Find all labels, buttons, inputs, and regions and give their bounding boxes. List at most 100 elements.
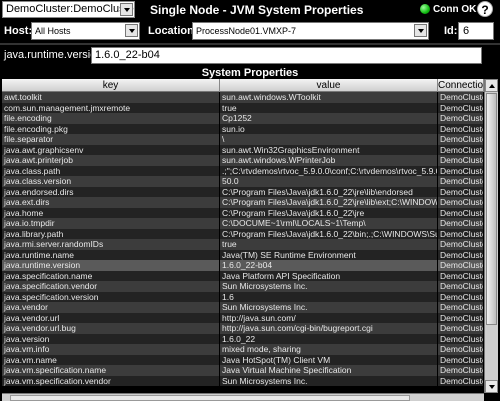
table-row[interactable]: java.class.version50.0DemoCluster: [2, 176, 484, 187]
id-field[interactable]: 6: [458, 22, 494, 40]
table-row[interactable]: file.encodingCp1252DemoCluster: [2, 113, 484, 124]
table-row[interactable]: java.endorsed.dirs C:\Program Files\Java\…: [2, 186, 484, 197]
column-header-value[interactable]: value: [220, 79, 438, 92]
cell-connection: DemoCluster: [440, 365, 484, 376]
table-row[interactable]: file.encoding.pkgsun.ioDemoCluster: [2, 123, 484, 134]
cell-key: java.vm.specification.vendor: [2, 375, 220, 386]
cell-connection: DemoCluster: [440, 344, 484, 355]
cell-key: java.library.path: [2, 228, 220, 239]
table-row[interactable]: java.awt.graphicsenv sun.awt.Win32Graphic…: [2, 144, 484, 155]
column-header-key[interactable]: key: [2, 79, 220, 92]
cell-value: true: [220, 239, 438, 250]
connection-status-icon: [420, 4, 430, 14]
table-row[interactable]: java.vendor Sun Microsystems Inc. DemoClus…: [2, 302, 484, 313]
host-select[interactable]: All Hosts: [31, 22, 140, 40]
filter-bar: Host: All Hosts Location: ProcessNode01.…: [0, 19, 500, 43]
chevron-down-icon[interactable]: [125, 24, 138, 37]
table-row[interactable]: java.runtime.version 1.6.0_22-b04 DemoClus…: [2, 260, 484, 271]
cell-key: file.encoding.pkg: [2, 123, 220, 134]
table-header: key value Connection: [2, 79, 484, 92]
cell-key: java.specification.name: [2, 270, 220, 281]
cell-connection: DemoCluster: [440, 333, 484, 344]
cell-key: com.sun.management.jmxremote: [2, 102, 220, 113]
table-row[interactable]: com.sun.management.jmxremote true DemoClus…: [2, 102, 484, 113]
cell-connection: DemoCluster: [440, 260, 484, 271]
cluster-select-value: DemoCluster:DemoCluster: [6, 3, 135, 15]
table-row[interactable]: java.rmi.server.randomIDstrueDemoCluster: [2, 239, 484, 250]
table-row[interactable]: file.separator\DemoCluster: [2, 134, 484, 145]
cell-connection: DemoCluster: [440, 197, 484, 208]
cell-connection: DemoCluster: [440, 239, 484, 250]
cell-key: java.specification.vendor: [2, 281, 220, 292]
table-row[interactable]: java.vm.specification.name Java Virtual M…: [2, 365, 484, 376]
cell-connection: DemoCluster: [440, 186, 484, 197]
cell-connection: DemoCluster: [440, 270, 484, 281]
cell-connection: DemoCluster: [440, 134, 484, 145]
cell-value: C:\Program Files\Java\jdk1.6.0_22\jre: [220, 207, 438, 218]
cell-key: file.separator: [2, 134, 220, 145]
cell-key: java.awt.graphicsenv: [2, 144, 220, 155]
column-header-connection[interactable]: Connection: [438, 79, 484, 92]
cell-value: C:\Program Files\Java\jdk1.6.0_22\bin;.;…: [222, 228, 438, 239]
horizontal-scrollbar[interactable]: [2, 393, 484, 401]
cell-key: awt.toolkit: [2, 92, 220, 103]
cell-connection: DemoCluster: [440, 375, 484, 386]
cell-value: Sun Microsystems Inc.: [220, 302, 438, 313]
table-row[interactable]: java.vm.info mixed mode, sharing DemoClust…: [2, 344, 484, 355]
cell-key: java.vm.info: [2, 344, 220, 355]
table-row[interactable]: java.specification.vendor Sun Microsystem…: [2, 281, 484, 292]
cell-value: sun.awt.Win32GraphicsEnvironment: [220, 144, 438, 155]
table-row[interactable]: java.library.path C:\Program Files\Java\j…: [2, 228, 484, 239]
table-row[interactable]: java.awt.printerjob sun.awt.windows.WPrin…: [2, 155, 484, 166]
connection-status-label: Conn OK: [433, 4, 477, 15]
cluster-select[interactable]: DemoCluster:DemoCluster: [2, 1, 135, 18]
cell-value: \: [220, 134, 438, 145]
location-label: Location:: [148, 25, 198, 37]
chevron-down-icon[interactable]: [120, 3, 133, 16]
cell-connection: DemoCluster: [440, 144, 484, 155]
cell-key: java.awt.printerjob: [2, 155, 220, 166]
table-row[interactable]: java.home C:\Program Files\Java\jdk1.6.0_…: [2, 207, 484, 218]
vertical-scrollbar[interactable]: [484, 79, 498, 393]
cell-value: 1.6.0_22-b04: [220, 260, 438, 271]
cell-key: java.runtime.name: [2, 249, 220, 260]
table-row[interactable]: java.runtime.name Java(TM) SE Runtime Env…: [2, 249, 484, 260]
cell-key: java.version: [2, 333, 220, 344]
scrollbar-thumb[interactable]: [486, 93, 497, 325]
host-select-value: All Hosts: [35, 26, 71, 36]
table-row[interactable]: java.vm.specification.vendor Sun Microsys…: [2, 375, 484, 386]
table-row[interactable]: awt.toolkit sun.awt.windows.WToolkit DemoC…: [2, 92, 484, 103]
table-row[interactable]: java.specification.name Java Platform API…: [2, 270, 484, 281]
table-row[interactable]: java.io.tmpdir C:\DOCUME~1\rml\LOCALS~1\T…: [2, 218, 484, 229]
scroll-down-icon[interactable]: [485, 380, 498, 393]
cell-connection: DemoCluster: [440, 176, 484, 187]
table-row[interactable]: java.ext.dirs C:\Program Files\Java\jdk1.…: [2, 197, 484, 208]
cell-value: 1.6.0_22: [220, 333, 438, 344]
table-row[interactable]: java.vm.name Java HotSpot(TM) Client VM De…: [2, 354, 484, 365]
cell-key: java.vendor.url: [2, 312, 220, 323]
cell-value: C:\DOCUME~1\rml\LOCALS~1\Temp\: [220, 218, 438, 229]
table-row[interactable]: java.version1.6.0_22DemoCluster: [2, 333, 484, 344]
table-title: System Properties: [201, 67, 299, 79]
cell-key: java.vm.name: [2, 354, 220, 365]
cell-connection: DemoCluster: [440, 302, 484, 313]
cell-connection: DemoCluster: [440, 92, 484, 103]
page-title: Single Node - JVM System Properties: [150, 3, 364, 17]
cell-connection: DemoCluster: [440, 354, 484, 365]
chevron-down-icon[interactable]: [414, 24, 427, 37]
help-icon[interactable]: ?: [477, 1, 493, 17]
cell-value: C:\Program Files\Java\jdk1.6.0_22\jre\li…: [222, 197, 438, 208]
table-row[interactable]: java.specification.version1.6DemoCluster: [2, 291, 484, 302]
table-row[interactable]: java.class.path .;";C:\rtvdemos\rtvoc_5.9…: [2, 165, 484, 176]
cell-key: java.vendor.url.bug: [2, 323, 220, 334]
cell-connection: DemoCluster: [440, 291, 484, 302]
table-row[interactable]: java.vendor.url.bug http://java.sun.com/c…: [2, 323, 484, 334]
scroll-up-icon[interactable]: [485, 79, 498, 92]
system-properties-table: key value Connection awt.toolkit sun.awt.…: [2, 79, 484, 393]
location-select[interactable]: ProcessNode01.VMXP-7: [192, 22, 429, 40]
selected-property-value[interactable]: 1.6.0_22-b04: [91, 47, 482, 64]
table-row[interactable]: java.vendor.url http://java.sun.com/DemoC…: [2, 312, 484, 323]
cell-connection: DemoCluster: [440, 155, 484, 166]
horizontal-scrollbar-thumb[interactable]: [10, 395, 410, 401]
cell-connection: DemoCluster: [440, 323, 484, 334]
